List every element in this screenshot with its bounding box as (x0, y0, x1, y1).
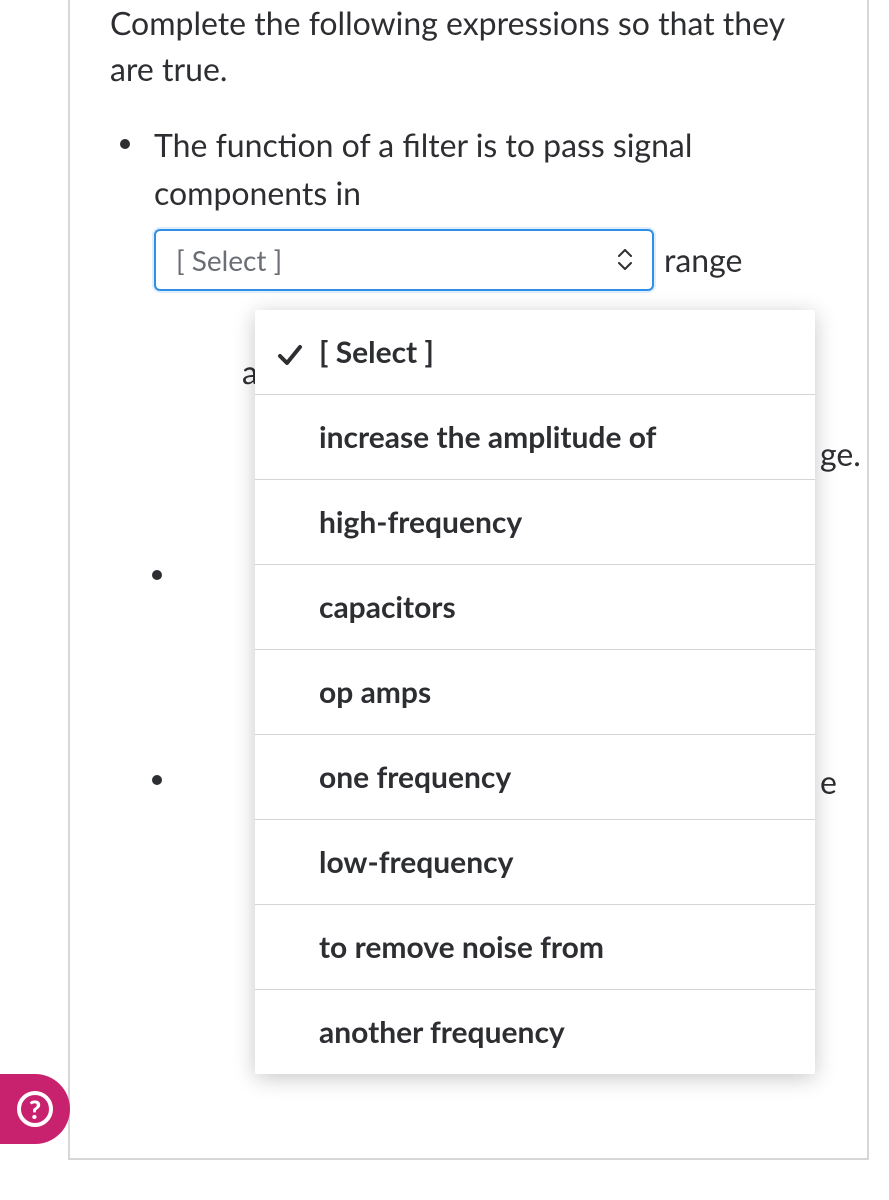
dropdown-panel: [ Select ] increase the amplitude of hig… (255, 310, 815, 1074)
select-dropdown[interactable]: [ Select ] (154, 229, 654, 291)
dropdown-option[interactable]: high-frequency (255, 480, 815, 565)
bullet-1-after: range (664, 236, 742, 284)
dropdown-option[interactable]: capacitors (255, 565, 815, 650)
check-icon (277, 339, 303, 365)
option-label: increase the amplitude of (319, 419, 656, 455)
dropdown-option[interactable]: another frequency (255, 990, 815, 1074)
option-label: op amps (319, 674, 431, 710)
dropdown-option[interactable]: to remove noise from (255, 905, 815, 990)
dropdown-option[interactable]: one frequency (255, 735, 815, 820)
dropdown-option[interactable]: increase the amplitude of (255, 395, 815, 480)
option-label: capacitors (319, 589, 456, 625)
bullet-item-1: The function of a filter is to pass sign… (154, 121, 827, 291)
option-label: [ Select ] (319, 334, 434, 370)
dropdown-option[interactable]: low-frequency (255, 820, 815, 905)
select-placeholder: [ Select ] (176, 239, 282, 281)
select-row: [ Select ] range (154, 229, 742, 291)
option-label: to remove noise from (319, 929, 604, 965)
bullet-1-text: The function of a filter is to pass sign… (154, 125, 692, 212)
dropdown-option[interactable]: op amps (255, 650, 815, 735)
hidden-text-fragment: e (820, 762, 837, 801)
option-label: one frequency (319, 759, 511, 795)
dropdown-option-select[interactable]: [ Select ] (255, 310, 815, 395)
option-label: low-frequency (319, 844, 513, 880)
question-mark-icon: ? (17, 1091, 53, 1127)
question-prompt: Complete the following expressions so th… (110, 0, 827, 93)
bullet-marker (152, 570, 162, 580)
option-label: another frequency (319, 1014, 565, 1050)
bullet-marker (152, 775, 162, 785)
bullet-list: The function of a filter is to pass sign… (110, 121, 827, 291)
option-label: high-frequency (319, 504, 522, 540)
help-button[interactable]: ? (0, 1074, 70, 1144)
chevron-updown-icon (616, 247, 634, 273)
hidden-text-fragment: ge. (820, 434, 861, 473)
